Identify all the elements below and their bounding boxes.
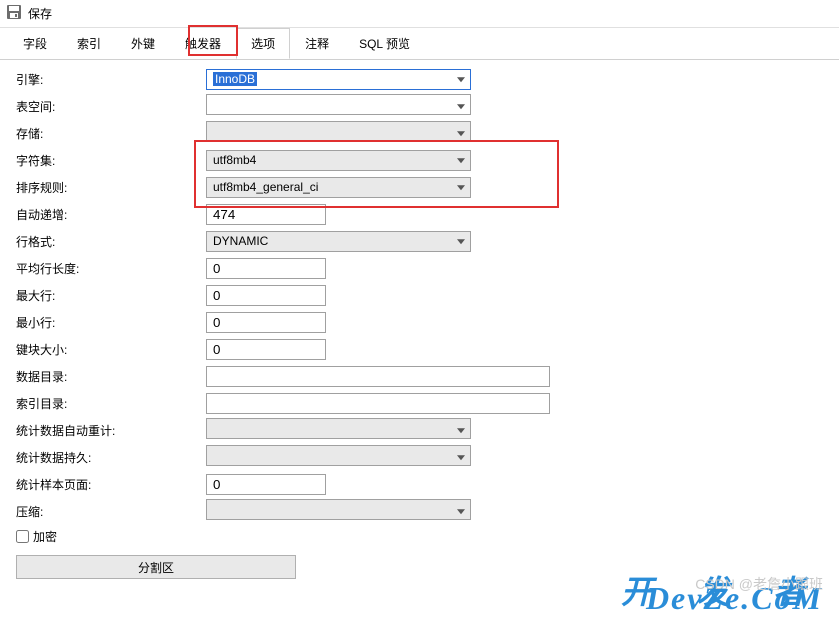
- tab-options[interactable]: 选项: [236, 28, 290, 59]
- tablespace-label: 表空间:: [16, 98, 206, 115]
- maxrows-label: 最大行:: [16, 287, 206, 304]
- minrows-input[interactable]: [206, 312, 326, 333]
- datadir-label: 数据目录:: [16, 368, 206, 385]
- rowformat-select[interactable]: DYNAMIC: [206, 231, 471, 252]
- indexdir-input[interactable]: [206, 393, 550, 414]
- charset-label: 字符集:: [16, 152, 206, 169]
- table-tabs: 字段 索引 外键 触发器 选项 注释 SQL 预览: [0, 28, 839, 60]
- stats-persist-label: 统计数据持久:: [16, 449, 206, 466]
- datadir-input[interactable]: [206, 366, 550, 387]
- stats-sample-input[interactable]: [206, 474, 326, 495]
- save-icon: [6, 4, 28, 23]
- engine-select[interactable]: InnoDB: [206, 69, 471, 90]
- avgrowlen-input[interactable]: [206, 258, 326, 279]
- options-form: 引擎: InnoDB 表空间: 存储: 字符集: utf8mb4 排序规则: u…: [0, 60, 839, 583]
- engine-label: 引擎:: [16, 71, 206, 88]
- tab-fields[interactable]: 字段: [8, 28, 62, 59]
- compress-label: 压缩:: [16, 503, 206, 520]
- stats-recalc-select[interactable]: [206, 418, 471, 439]
- maxrows-input[interactable]: [206, 285, 326, 306]
- stats-sample-label: 统计样本页面:: [16, 476, 206, 493]
- stats-recalc-label: 统计数据自动重计:: [16, 422, 206, 439]
- indexdir-label: 索引目录:: [16, 395, 206, 412]
- collation-label: 排序规则:: [16, 179, 206, 196]
- storage-select[interactable]: [206, 121, 471, 142]
- minrows-label: 最小行:: [16, 314, 206, 331]
- tab-comment[interactable]: 注释: [290, 28, 344, 59]
- tab-indexes[interactable]: 索引: [62, 28, 116, 59]
- autoinc-label: 自动递增:: [16, 206, 206, 223]
- window-header: 保存: [0, 0, 839, 28]
- watermark: 开 发 者 CSDN @老詹小跟班 DevZe.CoM: [621, 576, 823, 614]
- encrypt-checkbox[interactable]: [16, 530, 29, 543]
- tab-sql-preview[interactable]: SQL 预览: [344, 28, 425, 59]
- keyblock-label: 键块大小:: [16, 341, 206, 358]
- keyblock-input[interactable]: [206, 339, 326, 360]
- avgrowlen-label: 平均行长度:: [16, 260, 206, 277]
- tablespace-select[interactable]: [206, 94, 471, 115]
- encrypt-row: 加密: [16, 528, 829, 545]
- collation-select[interactable]: utf8mb4_general_ci: [206, 177, 471, 198]
- save-label[interactable]: 保存: [28, 5, 52, 22]
- storage-label: 存储:: [16, 125, 206, 142]
- tab-foreign-keys[interactable]: 外键: [116, 28, 170, 59]
- stats-persist-select[interactable]: [206, 445, 471, 466]
- encrypt-label: 加密: [33, 528, 57, 545]
- compress-select[interactable]: [206, 499, 471, 520]
- partition-button[interactable]: 分割区: [16, 555, 296, 579]
- tab-triggers[interactable]: 触发器: [170, 28, 236, 59]
- rowformat-label: 行格式:: [16, 233, 206, 250]
- charset-select[interactable]: utf8mb4: [206, 150, 471, 171]
- autoinc-input[interactable]: [206, 204, 326, 225]
